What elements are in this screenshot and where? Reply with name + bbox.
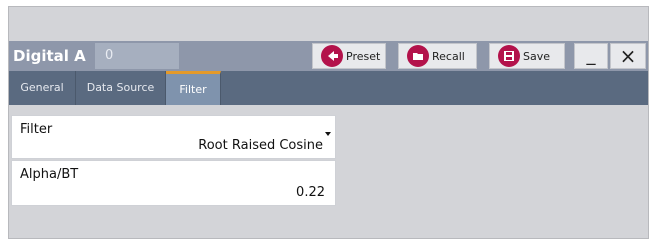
dropdown-caret-icon [325,132,331,136]
filter-value: Root Raised Cosine [198,138,323,153]
filter-field[interactable]: Filter Root Raised Cosine [11,115,336,159]
recall-icon [407,45,429,67]
minimize-button[interactable]: _ [574,43,608,69]
alpha-bt-field[interactable]: Alpha/BT 0.22 [11,160,336,206]
recall-button[interactable]: Recall [398,43,477,69]
recall-label: Recall [432,49,465,63]
tab-bar: General Data Source Filter [9,71,648,105]
filter-label: Filter [20,122,53,137]
save-icon [498,45,520,67]
tab-general[interactable]: General [9,71,76,105]
title-bar: Digital A 0 Preset Recall Save _ × [9,41,648,71]
close-icon: × [619,44,637,68]
preset-icon [321,45,343,67]
close-button[interactable]: × [610,43,646,69]
window-title: Digital A [13,47,86,65]
save-label: Save [523,49,551,63]
save-button[interactable]: Save [489,43,565,69]
minimize-icon: _ [586,45,596,66]
tab-filter[interactable]: Filter [166,71,221,105]
state-badge[interactable]: 0 [95,43,179,69]
preset-label: Preset [346,49,381,63]
alpha-bt-value: 0.22 [296,185,325,200]
alpha-bt-label: Alpha/BT [20,167,79,182]
tab-data-source[interactable]: Data Source [76,71,166,105]
dialog-window: Digital A 0 Preset Recall Save _ × Gener… [8,6,649,239]
preset-button[interactable]: Preset [312,43,386,69]
